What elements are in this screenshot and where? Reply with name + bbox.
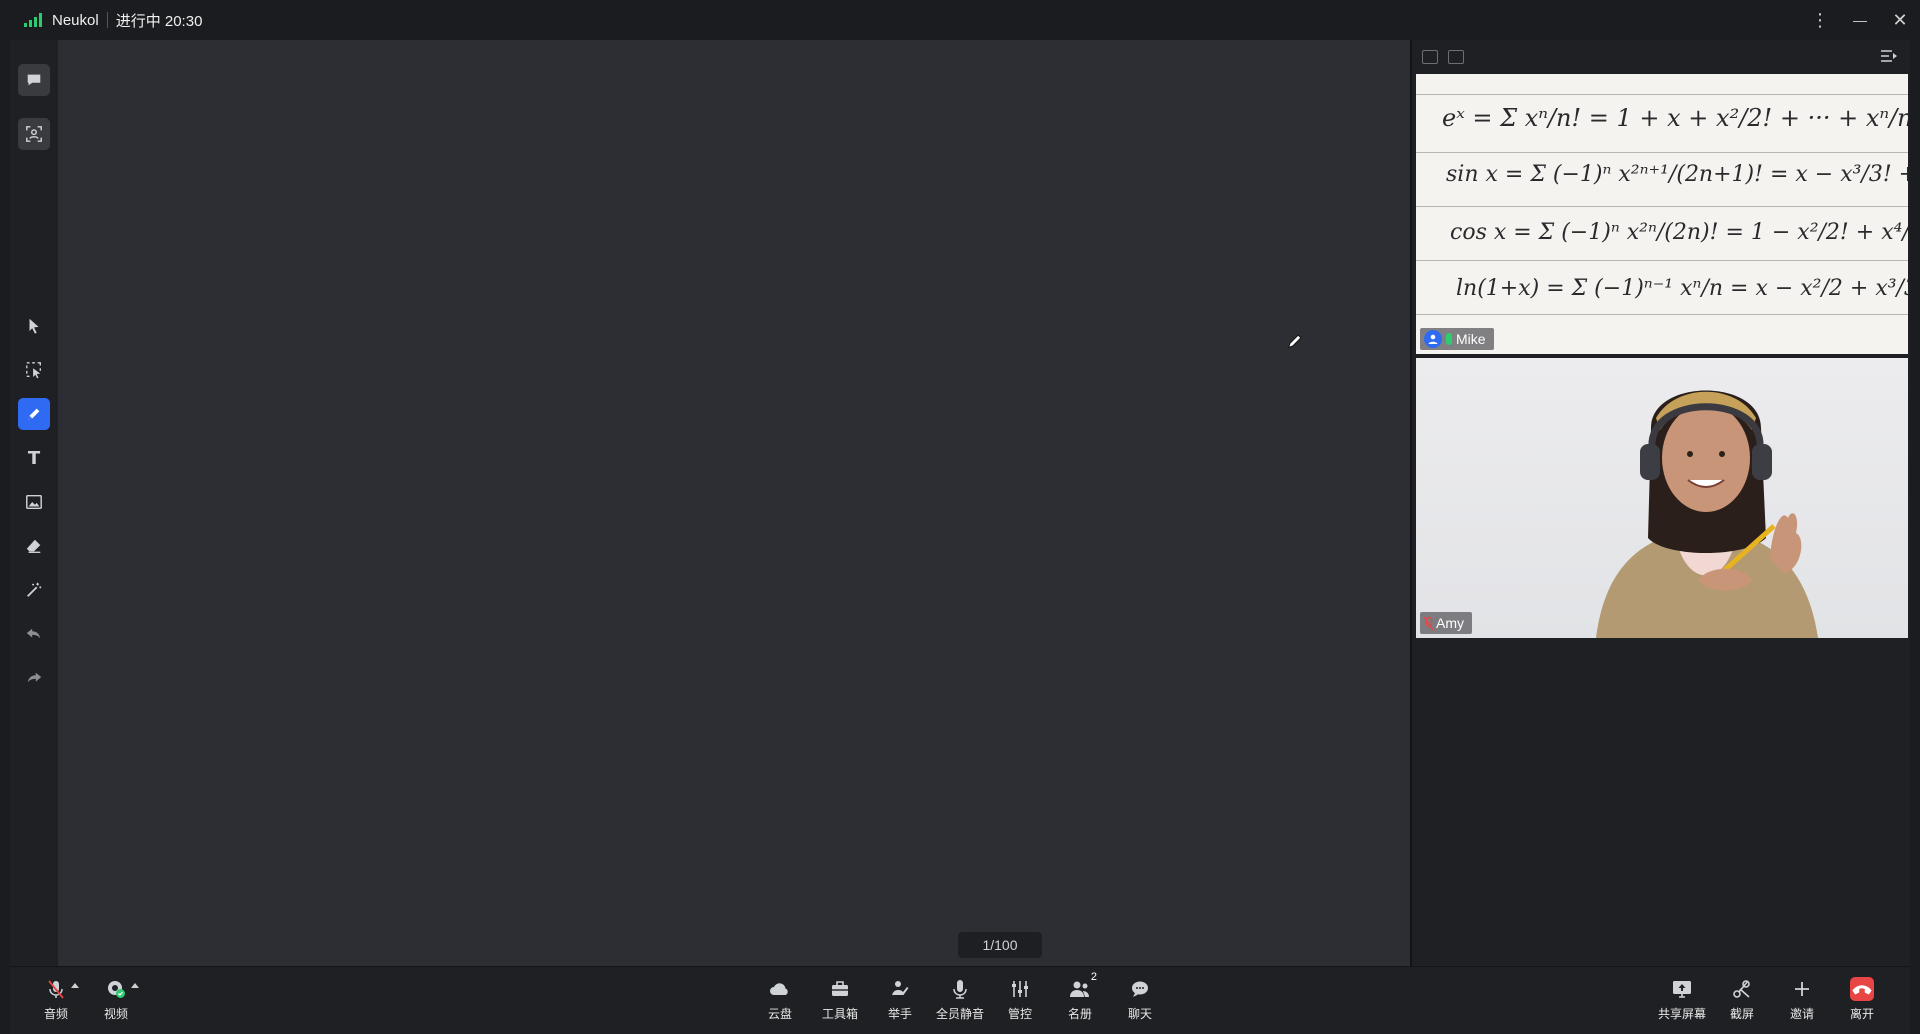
camera-icon [108, 981, 125, 998]
leave-button[interactable]: 离开 [1832, 977, 1892, 1027]
invite-label: 邀请 [1789, 1007, 1814, 1021]
undo-button[interactable] [18, 618, 50, 650]
host-user-icon [1424, 330, 1442, 348]
hang-up-icon [1850, 977, 1874, 1001]
speaker-view-icon[interactable] [1422, 50, 1438, 64]
signal-strength-icon [24, 13, 42, 27]
chat-icon [1132, 981, 1148, 997]
screenshot-button[interactable]: 截屏 [1712, 977, 1772, 1027]
video-button[interactable]: 视频 [86, 977, 146, 1027]
mute-all-label: 全员静音 [935, 1007, 984, 1021]
video-panel-header [1412, 40, 1910, 74]
pointer-tool[interactable] [18, 310, 50, 342]
video-label: 视频 [103, 1007, 128, 1021]
formula-line: ln(1+x) = Σ (−1)ⁿ⁻¹ xⁿ/n = x − x²/2 + x³… [1456, 276, 1908, 301]
formula-line: eˣ = Σ xⁿ/n! = 1 + x + x²/2! + ··· + xⁿ/… [1442, 104, 1908, 132]
magic-wand-icon [27, 582, 42, 597]
video-tile-amy[interactable]: Amy [1416, 358, 1908, 638]
text-icon: T [27, 447, 41, 469]
mic-muted-icon [48, 980, 64, 999]
toolbox-button[interactable]: 工具箱 [810, 977, 870, 1027]
collapse-panel-icon[interactable] [1880, 49, 1898, 63]
undo-icon [26, 628, 41, 639]
audio-options-caret[interactable] [71, 983, 79, 988]
sliders-icon [1012, 981, 1028, 997]
minimize-button[interactable]: — [1840, 0, 1880, 40]
chat-button[interactable]: 聊天 [1110, 977, 1170, 1027]
roster-label: 名册 [1067, 1007, 1092, 1021]
formula-line: cos x = Σ (−1)ⁿ x²ⁿ/(2n)! = 1 − x²/2! + … [1450, 220, 1908, 245]
raise-hand-button[interactable]: 举手 [870, 977, 930, 1027]
redo-icon [27, 672, 42, 683]
face-frame-button[interactable] [18, 118, 50, 150]
chat-label: 聊天 [1127, 1007, 1152, 1021]
text-tool[interactable]: T [18, 442, 50, 474]
mute-all-button[interactable]: 全员静音 [930, 977, 990, 1027]
app-name: Neukol [52, 11, 99, 29]
participant-name-tag: Amy [1420, 612, 1472, 634]
redo-button[interactable] [18, 662, 50, 694]
meeting-toolbar: 音频 视频 云盘 工具箱 举手 全员静音 管控 2 名册 聊天 共享屏幕 截屏 … [10, 966, 1910, 1034]
cloud-drive-button[interactable]: 云盘 [750, 977, 810, 1027]
cloud-drive-label: 云盘 [767, 1007, 792, 1021]
scissors-icon [1733, 980, 1750, 998]
mic-on-icon [1446, 333, 1452, 345]
window-controls: ⋮ — ✕ [1800, 0, 1920, 40]
participant-video-image [1596, 390, 1818, 638]
pen-tool[interactable] [18, 398, 50, 430]
cloud-icon [770, 983, 788, 995]
toolbox-label: 工具箱 [821, 1007, 858, 1021]
pen-cursor-icon [1287, 334, 1302, 349]
leave-label: 离开 [1849, 1007, 1874, 1021]
more-options-button[interactable]: ⋮ [1800, 0, 1840, 40]
page-indicator: 1/100 [958, 932, 1042, 958]
video-panel: eˣ = Σ xⁿ/n! = 1 + x + x²/2! + ··· + xⁿ/… [1410, 40, 1910, 966]
chat-bubble-icon [27, 74, 41, 86]
participant-count-badge: 2 [1090, 971, 1097, 983]
gallery-view-icon[interactable] [1448, 50, 1464, 64]
eraser-tool[interactable] [18, 530, 50, 562]
plus-icon [1795, 982, 1809, 996]
chat-toggle-button[interactable] [18, 64, 50, 96]
microphone-icon [953, 980, 967, 999]
share-screen-icon [1673, 981, 1691, 998]
raise-hand-label: 举手 [887, 1007, 912, 1021]
screenshot-label: 截屏 [1729, 1007, 1754, 1021]
title-bar: Neukol 进行中 20:30 ⋮ — ✕ [0, 0, 1920, 40]
magic-wand-tool[interactable] [18, 574, 50, 606]
share-screen-label: 共享屏幕 [1657, 1007, 1706, 1021]
image-tool[interactable] [18, 486, 50, 518]
select-area-tool[interactable] [18, 354, 50, 386]
share-screen-button[interactable]: 共享屏幕 [1652, 977, 1712, 1027]
image-icon [26, 494, 42, 510]
participant-name: Amy [1436, 615, 1464, 631]
invite-button[interactable]: 邀请 [1772, 977, 1832, 1027]
participant-name: Mike [1456, 331, 1486, 347]
meeting-status: 进行中 20:30 [115, 12, 203, 30]
participant-name-tag: Mike [1420, 328, 1494, 350]
audio-label: 音频 [43, 1007, 68, 1021]
participants-icon [1070, 981, 1089, 997]
close-button[interactable]: ✕ [1880, 0, 1920, 40]
video-options-caret[interactable] [131, 983, 139, 988]
whiteboard-tool-rail: T [10, 40, 58, 966]
mic-muted-icon [1423, 616, 1435, 631]
formula-line: sin x = Σ (−1)ⁿ x²ⁿ⁺¹/(2n+1)! = x − x³/3… [1446, 162, 1908, 187]
title-divider [106, 12, 108, 28]
eraser-icon [26, 539, 41, 553]
control-label: 管控 [1007, 1007, 1032, 1021]
pen-icon [28, 408, 40, 420]
pointer-icon [29, 318, 39, 334]
control-button[interactable]: 管控 [990, 977, 1050, 1027]
face-frame-icon [26, 126, 42, 142]
video-tile-mike[interactable]: eˣ = Σ xⁿ/n! = 1 + x + x²/2! + ··· + xⁿ/… [1416, 74, 1908, 354]
toolbox-icon [832, 981, 848, 996]
whiteboard-canvas[interactable]: 1/100 [58, 40, 1410, 966]
raise-hand-icon [892, 981, 909, 997]
roster-button[interactable]: 2 名册 [1050, 971, 1110, 1027]
audio-button[interactable]: 音频 [26, 977, 86, 1027]
select-area-icon [26, 362, 41, 379]
